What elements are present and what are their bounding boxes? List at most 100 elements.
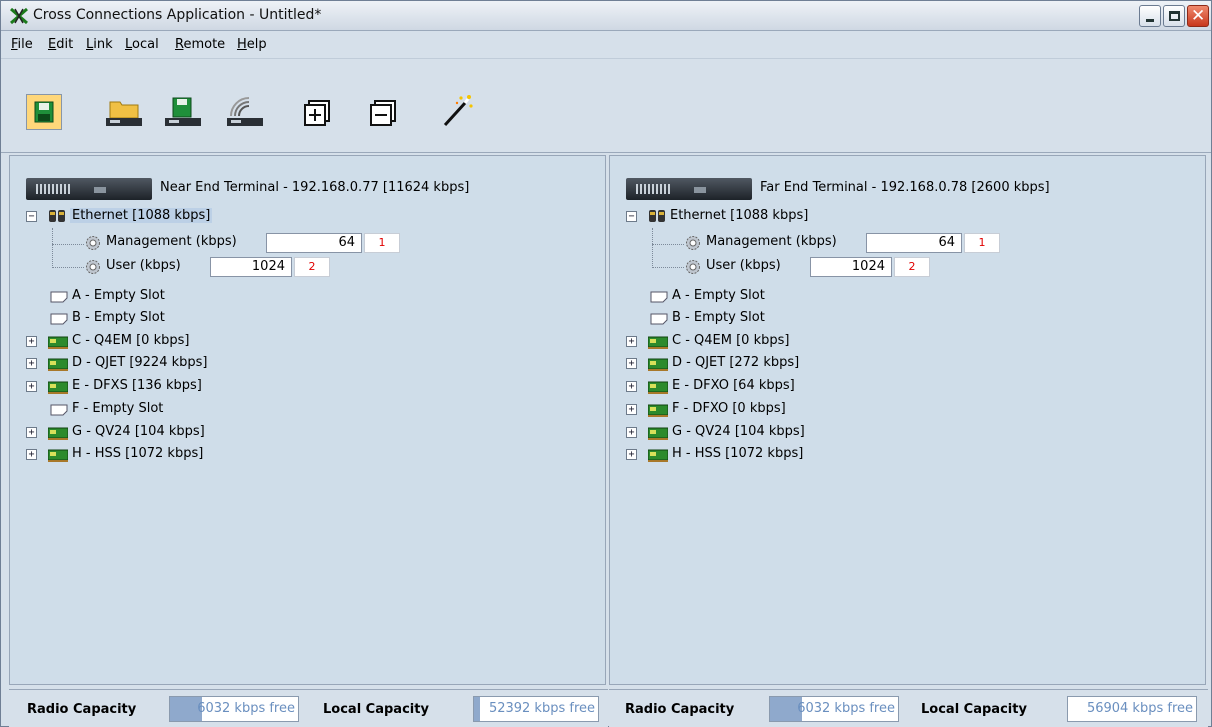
circuit-card-icon bbox=[648, 381, 668, 394]
far-radio-capacity-text: 6032 kbps free bbox=[797, 701, 895, 716]
circuit-card-icon bbox=[648, 358, 668, 371]
cross-connect-app-icon bbox=[10, 7, 28, 25]
near-local-capacity-fill bbox=[474, 697, 481, 721]
close-button[interactable]: ✕ bbox=[1187, 5, 1209, 27]
far-slot-label: C - Q4EM [0 kbps] bbox=[672, 333, 790, 348]
tree-connector bbox=[52, 228, 53, 268]
near-slot-row-a[interactable]: A - Empty Slot bbox=[24, 286, 324, 308]
menu-remote[interactable]: Remote bbox=[175, 37, 225, 52]
expand-toggle-icon[interactable]: + bbox=[626, 449, 637, 460]
near-slot-row-b[interactable]: B - Empty Slot bbox=[24, 308, 324, 330]
near-local-capacity-meter: 52392 kbps free bbox=[473, 696, 599, 722]
tree-connector bbox=[652, 244, 684, 245]
far-slot-row-h[interactable]: + H - HSS [1072 kbps] bbox=[624, 444, 924, 466]
far-ethernet-label: Ethernet [1088 kbps] bbox=[670, 208, 809, 223]
expand-all-button[interactable] bbox=[301, 97, 333, 129]
far-slot-row-a[interactable]: A - Empty Slot bbox=[624, 286, 924, 308]
expand-toggle-icon[interactable]: + bbox=[26, 449, 37, 460]
collapse-toggle-icon[interactable]: − bbox=[26, 211, 37, 222]
expand-toggle-icon[interactable]: + bbox=[626, 336, 637, 347]
far-slot-row-c[interactable]: + C - Q4EM [0 kbps] bbox=[624, 331, 924, 353]
expand-toggle-icon[interactable]: + bbox=[26, 358, 37, 369]
far-ethernet-row[interactable]: − Ethernet [1088 kbps] bbox=[624, 206, 924, 228]
near-slot-label: G - QV24 [104 kbps] bbox=[72, 424, 205, 439]
open-device-button[interactable] bbox=[104, 94, 144, 130]
expand-toggle-icon[interactable]: + bbox=[626, 381, 637, 392]
near-ethernet-label: Ethernet [1088 kbps] bbox=[70, 208, 213, 223]
save-device-button[interactable] bbox=[163, 94, 203, 130]
circuit-card-icon bbox=[648, 449, 668, 462]
near-user-row: User (kbps) 1024 2 bbox=[84, 256, 384, 278]
near-user-field[interactable]: 1024 bbox=[210, 257, 292, 277]
near-local-capacity-label: Local Capacity bbox=[323, 702, 429, 717]
menu-file[interactable]: File bbox=[11, 37, 33, 52]
near-slot-row-g[interactable]: + G - QV24 [104 kbps] bbox=[24, 422, 324, 444]
terminal-device-icon bbox=[626, 178, 752, 200]
empty-slot-icon bbox=[650, 291, 668, 303]
near-management-field[interactable]: 64 bbox=[266, 233, 362, 253]
far-slot-row-b[interactable]: B - Empty Slot bbox=[624, 308, 924, 330]
menu-local[interactable]: Local bbox=[125, 37, 159, 52]
radio-device-icon bbox=[227, 97, 263, 126]
near-slot-row-c[interactable]: + C - Q4EM [0 kbps] bbox=[24, 331, 324, 353]
maximize-button[interactable] bbox=[1163, 5, 1185, 27]
circuit-card-icon bbox=[648, 404, 668, 417]
expand-toggle-icon[interactable]: + bbox=[626, 358, 637, 369]
save-button[interactable] bbox=[26, 94, 62, 130]
far-user-field[interactable]: 1024 bbox=[810, 257, 892, 277]
maximize-icon bbox=[1169, 11, 1180, 21]
expand-toggle-icon[interactable]: + bbox=[26, 336, 37, 347]
far-slot-row-e[interactable]: + E - DFXO [64 kbps] bbox=[624, 376, 924, 398]
near-slot-row-f[interactable]: F - Empty Slot bbox=[24, 399, 324, 421]
far-slot-label: E - DFXO [64 kbps] bbox=[672, 378, 795, 393]
far-management-field[interactable]: 64 bbox=[866, 233, 962, 253]
expand-toggle-icon[interactable]: + bbox=[626, 427, 637, 438]
near-slot-label: F - Empty Slot bbox=[72, 401, 164, 416]
collapse-all-button[interactable] bbox=[367, 97, 399, 129]
save-disk-icon bbox=[34, 101, 54, 123]
expand-toggle-icon[interactable]: + bbox=[26, 427, 37, 438]
title-bar[interactable]: Cross Connections Application - Untitled… bbox=[1, 1, 1211, 31]
far-slot-row-d[interactable]: + D - QJET [272 kbps] bbox=[624, 353, 924, 375]
far-slot-row-f[interactable]: + F - DFXO [0 kbps] bbox=[624, 399, 924, 421]
far-radio-capacity-meter: 6032 kbps free bbox=[769, 696, 899, 722]
minimize-button[interactable] bbox=[1139, 5, 1161, 27]
ethernet-icon bbox=[649, 210, 665, 222]
far-slot-label: F - DFXO [0 kbps] bbox=[672, 401, 786, 416]
save-device-icon bbox=[165, 97, 201, 126]
tree-connector bbox=[652, 228, 653, 268]
expand-toggle-icon[interactable]: + bbox=[26, 381, 37, 392]
far-slot-label: B - Empty Slot bbox=[672, 310, 765, 325]
far-user-badge: 2 bbox=[894, 257, 930, 277]
circuit-card-icon bbox=[48, 381, 68, 394]
minimize-icon bbox=[1146, 19, 1154, 22]
gear-icon bbox=[686, 260, 700, 274]
gear-icon bbox=[686, 236, 700, 250]
near-slot-row-h[interactable]: + H - HSS [1072 kbps] bbox=[24, 444, 324, 466]
far-user-label: User (kbps) bbox=[706, 258, 781, 273]
collapse-toggle-icon[interactable]: − bbox=[626, 211, 637, 222]
menu-edit[interactable]: Edit bbox=[48, 37, 73, 52]
menu-help[interactable]: Help bbox=[237, 37, 267, 52]
tree-connector bbox=[52, 267, 84, 268]
tree-connector bbox=[652, 267, 684, 268]
menu-link[interactable]: Link bbox=[86, 37, 113, 52]
wizard-button[interactable] bbox=[439, 93, 475, 129]
window-title: Cross Connections Application - Untitled… bbox=[33, 7, 322, 23]
near-slot-row-e[interactable]: + E - DFXS [136 kbps] bbox=[24, 376, 324, 398]
toolbar bbox=[1, 59, 1211, 153]
far-local-capacity-label: Local Capacity bbox=[921, 702, 1027, 717]
near-radio-capacity-label: Radio Capacity bbox=[27, 702, 137, 717]
radio-link-button[interactable] bbox=[225, 94, 265, 130]
empty-slot-icon bbox=[50, 404, 68, 416]
ethernet-icon bbox=[49, 210, 65, 222]
near-management-badge: 1 bbox=[364, 233, 400, 253]
far-slot-row-g[interactable]: + G - QV24 [104 kbps] bbox=[624, 422, 924, 444]
expand-toggle-icon[interactable]: + bbox=[626, 404, 637, 415]
near-slot-row-d[interactable]: + D - QJET [9224 kbps] bbox=[24, 353, 324, 375]
near-ethernet-row[interactable]: − Ethernet [1088 kbps] bbox=[24, 206, 324, 228]
circuit-card-icon bbox=[48, 427, 68, 440]
near-radio-capacity-meter: 6032 kbps free bbox=[169, 696, 299, 722]
terminal-device-icon bbox=[26, 178, 152, 200]
near-user-label: User (kbps) bbox=[106, 258, 181, 273]
